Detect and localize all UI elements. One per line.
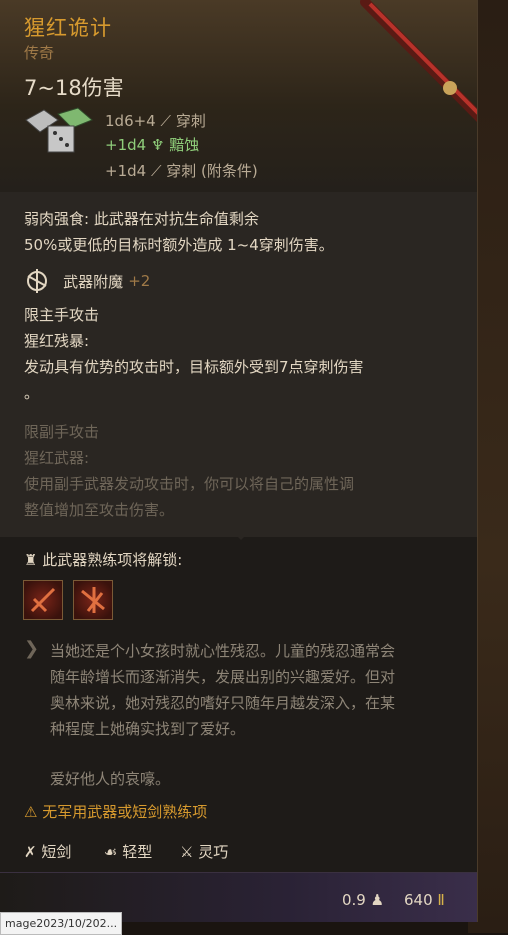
quote-icon: ❯	[24, 638, 40, 659]
section-divider	[232, 531, 250, 540]
trait-label: 灵巧	[198, 843, 229, 861]
piercing-icon: ⟋	[160, 112, 172, 130]
warning-text: 无军用武器或短剑熟练项	[42, 803, 208, 821]
lore-line: 随年龄增长而逐渐消失，发展出别的兴趣爱好。但对	[50, 668, 396, 686]
enchantment-value: +2	[128, 272, 151, 290]
damage-type: 穿刺	[175, 112, 206, 130]
main-hand-ability-desc: 发动具有优势的攻击时，目标额外受到7点穿刺伤害	[24, 358, 364, 376]
short-sword-icon: ✗	[24, 843, 37, 861]
damage-type: 黯蚀	[169, 136, 200, 154]
price-value: 640	[404, 891, 433, 909]
proficiency-skill-2[interactable]	[73, 580, 113, 620]
main-hand-ability-desc-end: 。	[24, 384, 40, 402]
enchantment-label: 武器附魔	[63, 272, 124, 291]
damage-dice: +1d4	[105, 136, 147, 154]
cleave-skill-icon	[81, 587, 105, 613]
trait-light: ☙ 轻型	[104, 841, 152, 862]
proficiency-skill-1[interactable]	[23, 580, 63, 620]
weapon-blade-image	[360, 0, 477, 122]
weight-value: 0.9	[342, 891, 366, 909]
passive-line-2: 50%或更低的目标时额外造成 1~4穿刺伤害。	[24, 236, 334, 254]
feather-icon: ☙	[104, 843, 118, 861]
lore-line: 爱好他人的哀嚎。	[50, 770, 171, 788]
warning-icon: ⚠	[24, 803, 38, 821]
item-tooltip: 猩红诡计 传奇 7~18伤害 1d6+4 ⟋ 穿刺 +1d4 ♆ 黯蚀 +1d4…	[0, 0, 478, 922]
lore-line: 奥林来说，她对残忍的嗜好只随年月越发深入，在某	[50, 694, 396, 712]
damage-row-conditional: +1d4 ⟋ 穿刺 (附条件)	[105, 160, 258, 181]
off-hand-ability-desc-end: 整值增加至攻击伤害。	[24, 501, 175, 519]
damage-dice: +1d4	[105, 162, 147, 180]
trait-short-sword: ✗ 短剑	[24, 841, 71, 862]
passive-line-1: 弱肉强食: 此武器在对抗生命值剩余	[24, 210, 259, 228]
item-rarity: 传奇	[24, 44, 55, 62]
trait-label: 轻型	[122, 843, 153, 861]
enchantment-icon	[27, 269, 47, 293]
off-hand-ability-name: 猩红武器:	[24, 449, 90, 467]
damage-dice: 1d6+4	[105, 112, 156, 130]
piercing-icon: ⟋	[150, 162, 162, 180]
trait-label: 短剑	[41, 843, 72, 861]
proficiency-title: 此武器熟练项将解锁:	[42, 551, 183, 569]
unlock-icon: ♜	[24, 551, 38, 569]
item-name: 猩红诡计	[24, 16, 112, 40]
finesse-icon: ⚔	[180, 843, 194, 861]
proficiency-title-row: ♜ 此武器熟练项将解锁:	[24, 549, 182, 570]
enchantment-row: 武器附魔 +2	[24, 268, 150, 294]
gold-icon: Ⅱ	[437, 891, 445, 909]
image-filename-tag: mage2023/10/202...	[0, 912, 123, 935]
item-damage-range: 7~18伤害	[24, 76, 124, 100]
off-hand-ability-desc: 使用副手武器发动攻击时，你可以将自己的属性调	[24, 475, 355, 493]
lore-line: 当她还是个小女孩时就心性残忍。儿童的残忍通常会	[50, 642, 396, 660]
damage-type: 穿刺 (附条件)	[166, 162, 258, 180]
slash-skill-icon	[30, 587, 56, 613]
price-row: 640 Ⅱ	[404, 891, 445, 909]
main-hand-ability-name: 猩红残暴:	[24, 332, 90, 350]
damage-row-necrotic: +1d4 ♆ 黯蚀	[105, 134, 199, 155]
trait-finesse: ⚔ 灵巧	[180, 841, 228, 862]
main-hand-restriction: 限主手攻击	[24, 306, 100, 324]
damage-row-base: 1d6+4 ⟋ 穿刺	[105, 110, 206, 131]
weight-icon: ♟	[370, 891, 385, 909]
off-hand-restriction: 限副手攻击	[24, 423, 100, 441]
proficiency-warning: ⚠ 无军用武器或短剑熟练项	[24, 801, 207, 822]
lore-line: 种程度上她确实找到了爱好。	[50, 720, 246, 738]
dice-icon	[25, 107, 93, 153]
necrotic-icon: ♆	[150, 136, 165, 154]
weight-row: 0.9 ♟	[342, 891, 384, 909]
tooltip-header: 猩红诡计 传奇 7~18伤害 1d6+4 ⟋ 穿刺 +1d4 ♆ 黯蚀 +1d4…	[0, 0, 477, 192]
